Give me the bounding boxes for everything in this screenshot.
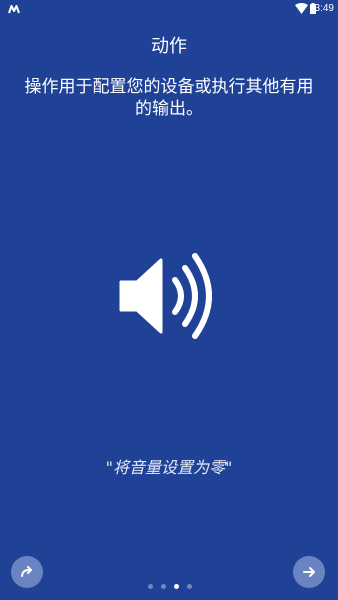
redo-arrow-icon bbox=[21, 566, 32, 577]
page-dot bbox=[148, 583, 153, 589]
status-bar: 3:49 bbox=[0, 0, 338, 18]
status-time: 3:49 bbox=[314, 3, 334, 14]
skip-button[interactable] bbox=[11, 556, 43, 588]
page-description: 操作用于配置您的设备或执行其他有用的输出。 bbox=[24, 77, 314, 119]
example-command: "将音量设置为零" bbox=[105, 458, 233, 477]
arrow-right-icon bbox=[303, 567, 315, 577]
wifi-icon bbox=[295, 3, 308, 14]
app-logo-icon bbox=[8, 5, 20, 14]
page-indicator bbox=[148, 583, 192, 589]
volume-up-icon bbox=[119, 253, 212, 339]
page-title: 动作 bbox=[151, 36, 187, 57]
page-dot bbox=[161, 583, 166, 589]
page-dot-active bbox=[174, 583, 179, 589]
next-button[interactable] bbox=[293, 556, 325, 588]
page-dot bbox=[187, 583, 192, 589]
